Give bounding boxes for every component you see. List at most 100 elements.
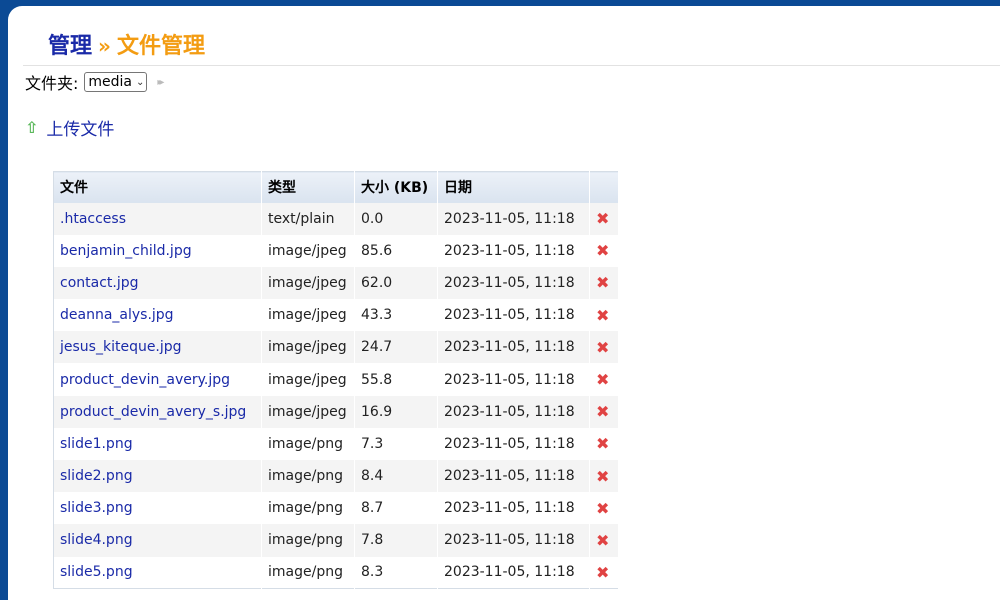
file-type-cell: image/png [261,524,355,557]
table-row: product_devin_avery_s.jpg image/jpeg 16.9 2… [53,395,619,428]
upload-file-label: 上传文件 [46,120,115,140]
delete-icon[interactable]: ✖ [596,499,609,518]
delete-cell: ✖ [589,395,619,428]
file-size-cell: 0.0 [354,202,438,235]
table-row: slide4.png image/png 7.8 2023-11-05, 11:18 ✖ [53,524,619,557]
file-type-cell: image/png [261,556,355,589]
file-name-link[interactable]: product_devin_avery.jpg [53,363,262,396]
folder-select-value: media [88,74,133,90]
delete-icon[interactable]: ✖ [596,531,609,550]
page-title: 管理» 文件管理 [48,28,205,60]
file-size-cell: 16.9 [354,395,438,428]
folder-selector-row: 文件夹: media ⌄ ▸▸ [25,70,164,94]
delete-icon[interactable]: ✖ [596,467,609,486]
file-size-cell: 55.8 [354,363,438,396]
file-name-link[interactable]: product_devin_avery_s.jpg [53,395,262,428]
table-header-row: 文件 类型 大小 (KB) 日期 [53,171,619,203]
file-size-cell: 8.4 [354,460,438,493]
file-date-cell: 2023-11-05, 11:18 [437,395,590,428]
file-name-link[interactable]: slide5.png [53,556,262,589]
file-size-cell: 24.7 [354,331,438,364]
file-size-cell: 62.0 [354,266,438,300]
file-date-cell: 2023-11-05, 11:18 [437,524,590,557]
file-name-link[interactable]: deanna_alys.jpg [53,299,262,332]
delete-cell: ✖ [589,556,619,589]
delete-icon[interactable]: ✖ [596,306,609,325]
folder-label: 文件夹: [25,74,79,93]
file-table: 文件 类型 大小 (KB) 日期 .htaccess text/plain 0.0 2… [53,171,619,590]
file-name-link[interactable]: slide2.png [53,460,262,493]
table-row: product_devin_avery.jpg image/jpeg 55.8 202… [53,363,619,396]
delete-icon[interactable]: ✖ [596,402,609,421]
main-panel: 管理» 文件管理 文件夹: media ⌄ ▸▸ ⇧ 上传文件 文件 类型 大小 … [8,6,1000,600]
file-date-cell: 2023-11-05, 11:18 [437,427,590,460]
file-type-cell: image/jpeg [261,299,355,332]
delete-icon[interactable]: ✖ [596,273,609,292]
delete-icon[interactable]: ✖ [596,370,609,389]
table-row: .htaccess text/plain 0.0 2023-11-05, 11:18 ✖ [53,202,619,235]
delete-cell: ✖ [589,524,619,557]
file-date-cell: 2023-11-05, 11:18 [437,234,590,267]
delete-cell: ✖ [589,266,619,300]
breadcrumb-separator: » [98,34,111,58]
file-date-cell: 2023-11-05, 11:18 [437,460,590,493]
column-header-type: 类型 [261,171,355,203]
file-type-cell: image/jpeg [261,266,355,300]
file-size-cell: 8.7 [354,492,438,525]
table-row: benjamin_child.jpg image/jpeg 85.6 2023-11-… [53,234,619,267]
table-row: contact.jpg image/jpeg 62.0 2023-11-05, 11:… [53,266,619,300]
file-name-link[interactable]: contact.jpg [53,266,262,300]
table-row: slide5.png image/png 8.3 2023-11-05, 11:18 ✖ [53,556,619,589]
file-type-cell: image/png [261,427,355,460]
file-name-link[interactable]: .htaccess [53,202,262,235]
file-type-cell: image/png [261,460,355,493]
file-type-cell: image/jpeg [261,331,355,364]
column-header-actions [589,171,619,203]
file-date-cell: 2023-11-05, 11:18 [437,266,590,300]
table-row: slide3.png image/png 8.7 2023-11-05, 11:18 ✖ [53,492,619,525]
delete-cell: ✖ [589,427,619,460]
delete-cell: ✖ [589,363,619,396]
column-header-file: 文件 [53,171,262,203]
up-arrow-icon: ⇧ [25,118,39,137]
upload-file-link[interactable]: ⇧ 上传文件 [25,115,114,140]
delete-icon[interactable]: ✖ [596,338,609,357]
folder-select[interactable]: media ⌄ [84,72,148,92]
delete-cell: ✖ [589,331,619,364]
file-name-link[interactable]: slide4.png [53,524,262,557]
delete-icon[interactable]: ✖ [596,241,609,260]
file-type-cell: image/jpeg [261,234,355,267]
go-button[interactable]: ▸▸ [157,77,164,88]
table-row: slide1.png image/png 7.3 2023-11-05, 11:18 ✖ [53,427,619,460]
column-header-size: 大小 (KB) [354,171,438,203]
file-size-cell: 43.3 [354,299,438,332]
file-date-cell: 2023-11-05, 11:18 [437,299,590,332]
table-row: jesus_kiteque.jpg image/jpeg 24.7 2023-11-0… [53,331,619,364]
breadcrumb-current: 文件管理 [116,34,205,59]
table-row: deanna_alys.jpg image/jpeg 43.3 2023-11-05,… [53,299,619,332]
file-type-cell: text/plain [261,202,355,235]
file-size-cell: 7.3 [354,427,438,460]
column-header-date: 日期 [437,171,590,203]
delete-icon[interactable]: ✖ [596,209,609,228]
table-row: slide2.png image/png 8.4 2023-11-05, 11:18 ✖ [53,460,619,493]
delete-cell: ✖ [589,492,619,525]
delete-cell: ✖ [589,202,619,235]
file-type-cell: image/png [261,492,355,525]
file-date-cell: 2023-11-05, 11:18 [437,363,590,396]
title-divider [23,65,1000,66]
delete-cell: ✖ [589,460,619,493]
file-name-link[interactable]: slide1.png [53,427,262,460]
file-size-cell: 85.6 [354,234,438,267]
delete-icon[interactable]: ✖ [596,434,609,453]
file-type-cell: image/jpeg [261,363,355,396]
delete-cell: ✖ [589,234,619,267]
breadcrumb-parent[interactable]: 管理 [48,34,92,59]
file-name-link[interactable]: jesus_kiteque.jpg [53,331,262,364]
file-name-link[interactable]: slide3.png [53,492,262,525]
delete-icon[interactable]: ✖ [596,563,609,582]
file-name-link[interactable]: benjamin_child.jpg [53,234,262,267]
file-size-cell: 7.8 [354,524,438,557]
file-date-cell: 2023-11-05, 11:18 [437,331,590,364]
chevron-down-icon: ⌄ [136,76,145,88]
